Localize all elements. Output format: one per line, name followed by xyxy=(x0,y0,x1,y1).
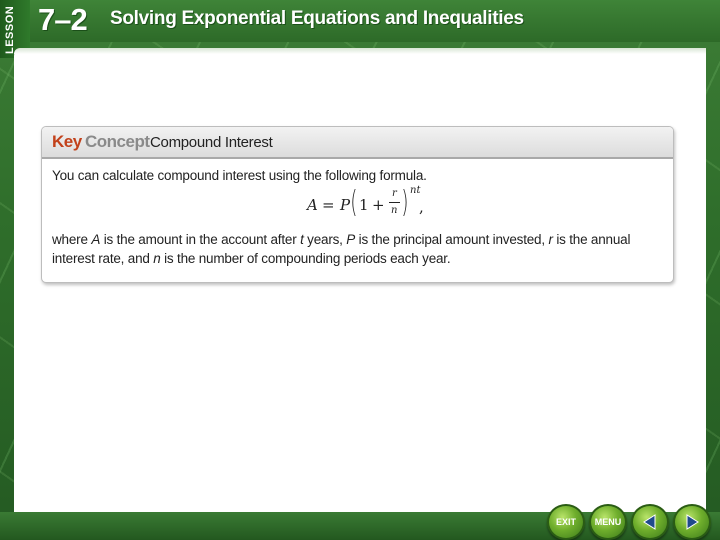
desc-var-a: A xyxy=(91,232,101,247)
formula-amount: A xyxy=(307,196,318,214)
key-concept-box: Key Concept Compound Interest You can ca… xyxy=(41,126,674,283)
formula-plus: + xyxy=(372,196,385,214)
triangle-left-icon xyxy=(643,514,656,530)
desc-text-2: is the amount in the account after xyxy=(100,232,301,247)
key-concept-title: Compound Interest xyxy=(150,134,273,151)
desc-text-1: where xyxy=(52,232,92,247)
menu-button[interactable]: MENU xyxy=(589,504,627,540)
desc-text-6: is the number of compounding periods eac… xyxy=(160,251,451,266)
formula-fraction-bar xyxy=(389,202,400,203)
key-concept-header: Key Concept Compound Interest xyxy=(42,127,673,159)
desc-text-3: years, xyxy=(303,232,347,247)
lesson-number: 7–2 xyxy=(38,2,88,37)
compound-interest-formula: A = P ( 1 + r n ) nt , xyxy=(307,185,427,229)
formula-denominator: n xyxy=(391,205,398,216)
formula-principal: P xyxy=(340,196,351,214)
formula-exponent: nt xyxy=(410,185,421,196)
desc-text-4: is the principal amount invested, xyxy=(355,232,549,247)
key-concept-key-label: Key xyxy=(52,132,82,151)
previous-button[interactable] xyxy=(631,504,669,540)
key-concept-description: where A is the amount in the account aft… xyxy=(52,230,664,268)
lesson-label: LESSON xyxy=(4,5,16,54)
menu-button-label: MENU xyxy=(594,517,622,527)
formula-right-paren: ) xyxy=(401,185,409,220)
formula-equals: = xyxy=(322,196,335,214)
formula-left-paren: ( xyxy=(350,185,358,220)
page-title: Solving Exponential Equations and Inequa… xyxy=(110,8,524,29)
content-accent xyxy=(14,48,706,54)
key-concept-concept-label: Concept xyxy=(85,132,150,151)
triangle-right-icon xyxy=(686,514,699,530)
next-button[interactable] xyxy=(673,504,711,540)
formula-numerator: r xyxy=(392,188,397,199)
desc-var-n: n xyxy=(153,251,161,266)
exit-button[interactable]: EXIT xyxy=(547,504,585,540)
exit-button-label: EXIT xyxy=(555,517,576,527)
desc-var-p: P xyxy=(346,232,356,247)
formula-comma: , xyxy=(419,198,424,216)
key-concept-intro: You can calculate compound interest usin… xyxy=(52,168,427,183)
formula-one: 1 xyxy=(359,196,369,214)
